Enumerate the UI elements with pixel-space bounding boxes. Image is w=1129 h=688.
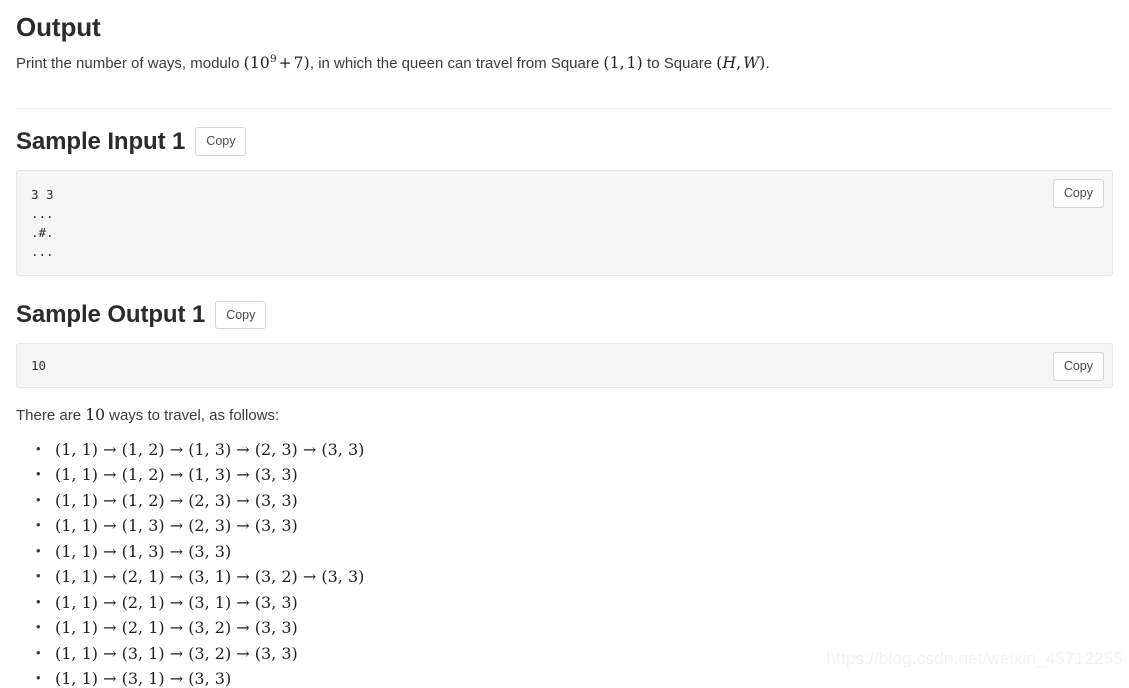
explanation-suffix: ways to travel, as follows: <box>104 407 280 425</box>
list-item: (1, 1) → (2, 1) → (3, 2) → (3, 3) <box>16 619 1113 637</box>
list-item: (1, 1) → (2, 1) → (3, 1) → (3, 3) <box>16 593 1113 612</box>
travel-path-list: (1, 1) → (1, 2) → (1, 3) → (2, 3) → (3, … <box>16 440 1113 688</box>
sample-input-title: Sample Input 1 <box>16 128 186 155</box>
section-divider <box>16 108 1113 109</box>
output-description-prefix: Print the number of ways, modulo <box>16 54 244 72</box>
output-description-join: to Square <box>642 54 717 72</box>
sample-output-code-text: 10 <box>31 358 47 374</box>
output-description-middle: , in which the queen can travel from Squ… <box>309 54 604 72</box>
sample-input-code-block: Copy 3 3 ... .#. ... <box>16 170 1113 277</box>
modulo-expression: (109 + 7) <box>243 52 310 72</box>
output-description-suffix: . <box>765 54 770 72</box>
copy-sample-output-inline-button[interactable]: Copy <box>1052 352 1104 381</box>
list-item: (1, 1) → (1, 2) → (2, 3) → (3, 3) <box>16 491 1113 510</box>
output-description: Print the number of ways, modulo (109 + … <box>16 52 1113 76</box>
copy-sample-input-button[interactable]: Copy <box>195 127 247 156</box>
sample-input-code-text: 3 3 ... .#. ... <box>31 187 54 260</box>
explanation-text: There are 10 ways to travel, as follows: <box>16 404 1113 428</box>
page-title: Output <box>16 12 101 42</box>
end-square-coordinate: (H, W) <box>716 53 766 72</box>
sample-output-title: Sample Output 1 <box>16 301 206 329</box>
start-square-coordinate: (1, 1) <box>603 53 643 72</box>
list-item: (1, 1) → (3, 1) → (3, 2) → (3, 3) <box>16 644 1113 663</box>
list-item: (1, 1) → (2, 1) → (3, 1) → (3, 2) → (3, … <box>16 568 1113 586</box>
explanation-prefix: There are <box>16 407 86 425</box>
copy-sample-input-inline-button[interactable]: Copy <box>1052 179 1104 208</box>
list-item: (1, 1) → (1, 2) → (1, 3) → (2, 3) → (3, … <box>16 440 1113 459</box>
problem-statement-page: Output Print the number of ways, modulo … <box>0 0 1129 688</box>
explanation-count: 10 <box>85 406 105 425</box>
list-item: (1, 1) → (1, 2) → (1, 3) → (3, 3) <box>16 466 1113 484</box>
list-item: (1, 1) → (3, 1) → (3, 3) <box>16 670 1113 688</box>
sample-input-heading-row: Sample Input 1 Copy <box>16 126 1113 157</box>
copy-sample-output-button[interactable]: Copy <box>215 300 267 330</box>
sample-output-code-block: Copy 10 <box>16 343 1113 389</box>
list-item: (1, 1) → (1, 3) → (2, 3) → (3, 3) <box>16 517 1113 535</box>
sample-output-heading-row: Sample Output 1 Copy <box>16 299 1113 330</box>
list-item: (1, 1) → (1, 3) → (3, 3) <box>16 542 1113 561</box>
